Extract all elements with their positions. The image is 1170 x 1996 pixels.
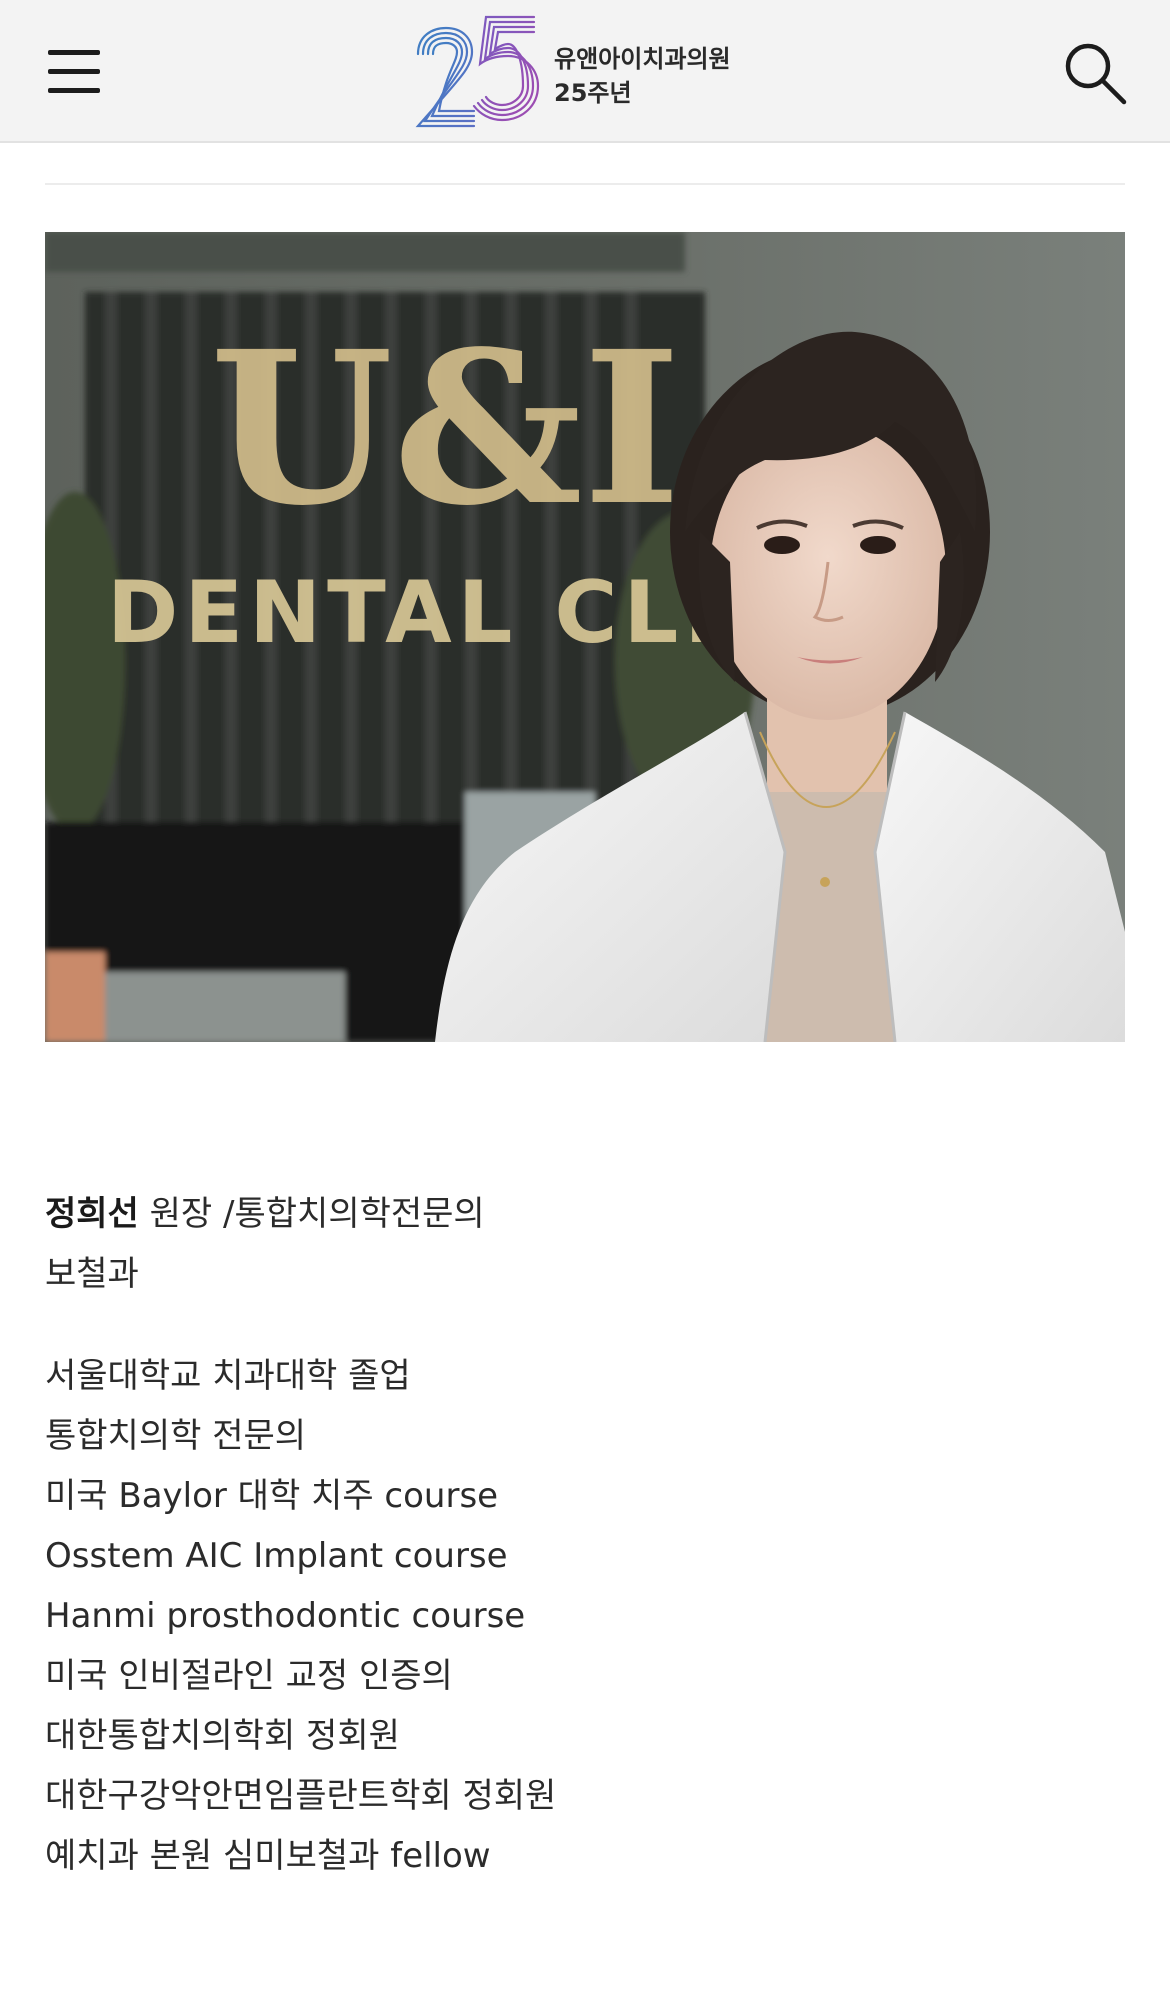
top-header: 유앤아이치과의원 25주년 — [0, 0, 1170, 143]
credential-item: 미국 인비절라인 교정 인증의 — [45, 1656, 453, 1696]
anniversary-25-logo-icon — [415, 15, 540, 128]
credential-item: 미국 Baylor 대학 치주 course — [45, 1476, 499, 1516]
credential-item: 예치과 본원 심미보철과 fellow — [45, 1836, 491, 1876]
doctor-photo: U&I DENTAL CLINIC — [45, 232, 1125, 1042]
doctor-department: 보철과 — [45, 1254, 139, 1294]
credential-item: 서울대학교 치과대학 졸업 — [45, 1356, 411, 1396]
credential-item: 통합치의학 전문의 — [45, 1416, 307, 1456]
credential-item: Hanmi prosthodontic course — [45, 1596, 526, 1636]
sign-logo: U&I — [210, 305, 681, 552]
section-divider — [45, 183, 1125, 185]
hamburger-menu-icon[interactable] — [46, 48, 102, 96]
doctor-title: 원장 /통합치의학전문의 — [138, 1194, 485, 1234]
search-icon[interactable] — [1062, 40, 1128, 106]
profile-spacer — [45, 1304, 1125, 1346]
doctor-name: 정희선 — [45, 1194, 139, 1234]
logo-anniversary: 25주년 — [554, 79, 632, 107]
logo-clinic-name: 유앤아이치과의원 — [554, 45, 731, 73]
doctor-portrait-image: U&I DENTAL CLINIC — [45, 232, 1125, 1042]
credential-item: 대한구강악안면임플란트학회 정회원 — [45, 1776, 557, 1816]
doctor-profile: 정희선 원장 /통합치의학전문의 보철과 서울대학교 치과대학 졸업 통합치의학… — [45, 1184, 1125, 1886]
credential-item: Osstem AIC Implant course — [45, 1536, 508, 1576]
logo-text: 유앤아이치과의원 25주년 — [554, 42, 731, 110]
clinic-logo[interactable]: 유앤아이치과의원 25주년 — [412, 14, 772, 130]
doctor-heading: 정희선 원장 /통합치의학전문의 — [45, 1184, 1125, 1244]
credential-item: 대한통합치의학회 정회원 — [45, 1716, 400, 1756]
